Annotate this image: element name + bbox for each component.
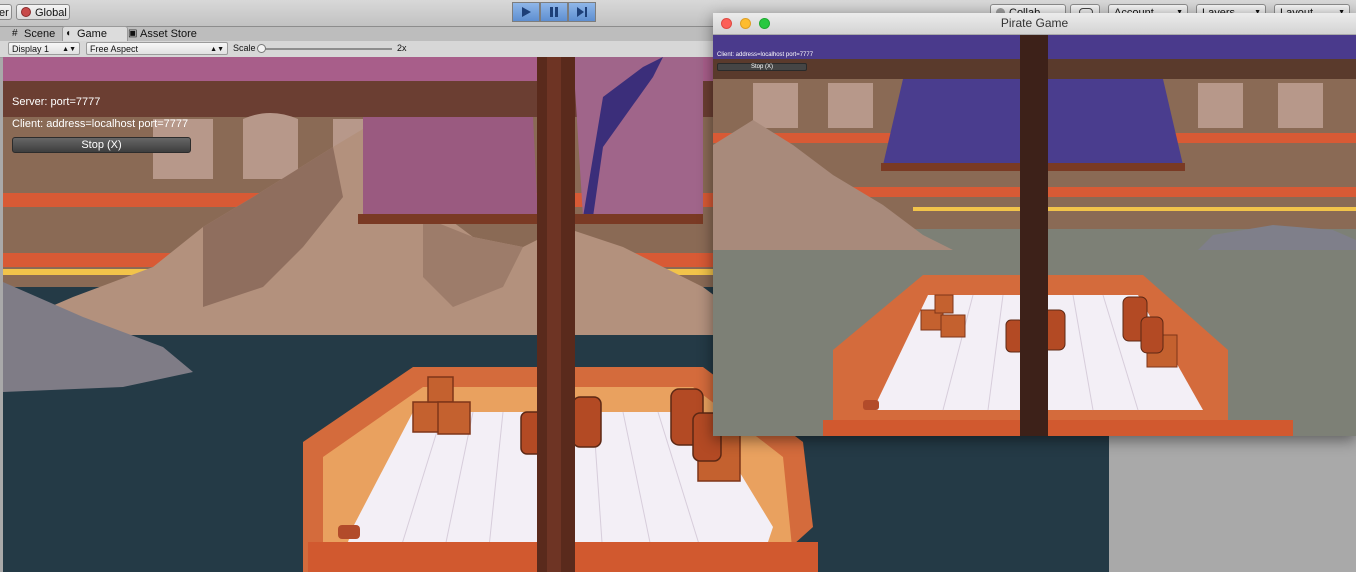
store-bag-icon: ▣ [128,28,138,39]
globe-icon [21,7,31,17]
zoom-window-icon[interactable] [759,18,770,29]
game-pacman-icon: ◖ [65,28,72,39]
client-game-window: Pirate Game Client: address=localhost po… [713,13,1356,436]
global-toggle-label: Global [35,7,67,19]
play-button[interactable] [512,2,540,22]
tab-scene-label: Scene [24,28,56,40]
step-icon [577,7,587,17]
dropdown-arrow-icon: ▲▼ [62,46,76,53]
aspect-select[interactable]: Free Aspect ▲▼ [86,42,228,55]
pause-icon [550,7,558,17]
scale-label: Scale [233,43,256,53]
play-icon [522,7,531,17]
pivot-toggle-label: er [0,7,9,19]
aspect-select-value: Free Aspect [90,44,139,54]
display-select-value: Display 1 [12,44,50,54]
stop-network-label: Stop (X) [81,139,122,151]
client-window-status-text: Client: address=localhost port=7777 [717,52,814,58]
client-game-viewport[interactable]: Client: address=localhost port=7777 Stop… [713,35,1356,436]
client-status-text: Client: address=localhost port=7777 [12,118,189,130]
display-select[interactable]: Display 1 ▲▼ [8,42,80,55]
pause-button[interactable] [540,2,568,22]
scene-grid-icon: # [12,28,18,39]
stop-network-button[interactable]: Stop (X) [12,137,191,153]
scale-slider-track[interactable] [260,48,392,50]
global-toggle-button[interactable]: Global [16,4,70,20]
client-scene-render [713,35,1356,436]
scale-slider-thumb[interactable] [257,44,266,53]
tab-asset-store-label: Asset Store [140,28,197,40]
dropdown-arrow-icon: ▲▼ [210,46,224,53]
minimize-window-icon[interactable] [740,18,751,29]
step-button[interactable] [568,2,596,22]
window-title-bar[interactable]: Pirate Game [713,13,1356,35]
window-title: Pirate Game [1000,16,1069,30]
tab-game-label: Game [77,28,107,40]
client-window-stop-button[interactable]: Stop (X) [717,63,807,71]
tab-game[interactable]: ◖ Game [62,26,128,42]
close-window-icon[interactable] [721,18,732,29]
scale-value: 2x [397,43,407,53]
pivot-toggle-button[interactable]: er [0,4,12,20]
client-window-stop-label: Stop (X) [750,64,773,70]
tab-scene[interactable]: # Scene [10,27,70,41]
server-status-text: Server: port=7777 [12,96,101,108]
tab-asset-store[interactable]: ▣ Asset Store [126,27,212,41]
playback-controls [512,2,598,24]
